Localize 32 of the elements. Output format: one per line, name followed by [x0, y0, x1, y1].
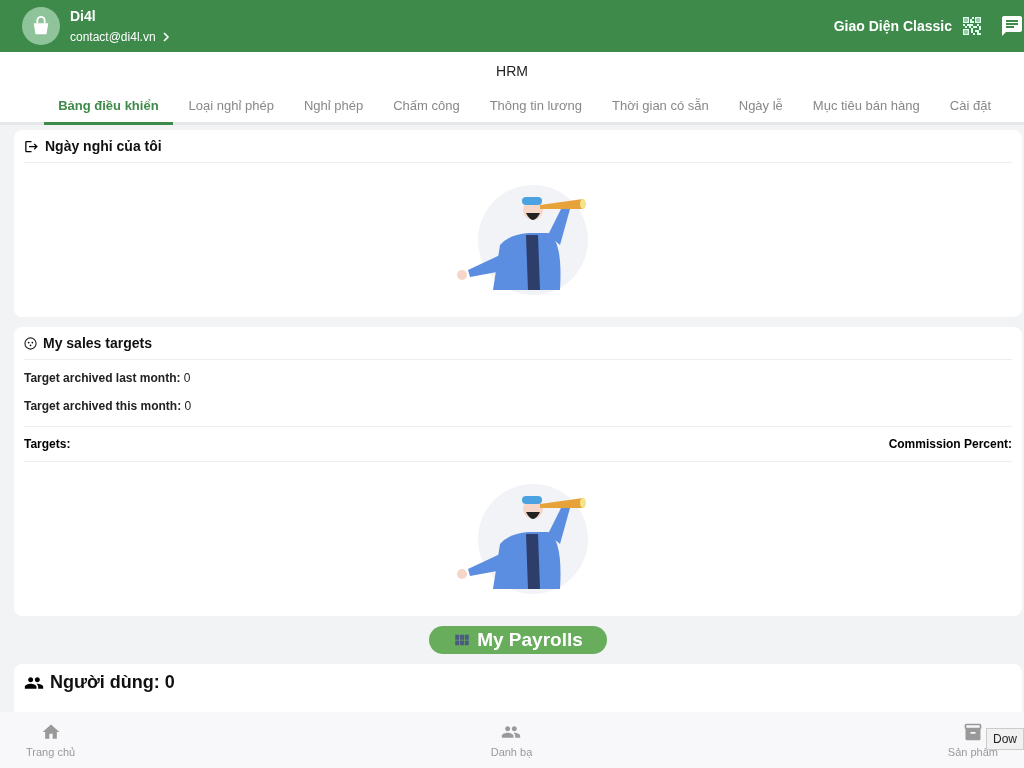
qr-code-icon[interactable]	[960, 14, 984, 38]
nav-item[interactable]: Danh bạ	[484, 712, 539, 768]
tab[interactable]: Bảng điều khiển	[44, 89, 173, 125]
tab[interactable]: Loại nghỉ phép	[174, 89, 288, 125]
theme-label[interactable]: Giao Diện Classic	[833, 18, 952, 34]
tab[interactable]: Cài đặt	[935, 89, 1005, 125]
box-icon	[962, 722, 983, 742]
page-title: HRM	[495, 62, 529, 81]
target-stat: Target archived last month: 0	[24, 370, 192, 387]
chevron-right-icon[interactable]	[161, 32, 170, 42]
dotted-circle-icon	[24, 336, 37, 350]
target-stat: Target archived this month: 0	[24, 398, 193, 415]
shopping-bag-icon	[22, 7, 60, 45]
tab[interactable]: Thông tin lương	[475, 89, 597, 125]
account-email[interactable]: contact@di4l.vn	[70, 30, 156, 44]
tooltip: Dow	[986, 728, 1024, 750]
tab[interactable]: Nghỉ phép	[289, 89, 378, 125]
nav-item[interactable]: Trang chủ	[20, 712, 82, 768]
card-title: Ngày nghỉ của tôi	[45, 138, 162, 154]
tab[interactable]: Chấm công	[379, 89, 474, 125]
home-icon	[40, 722, 61, 742]
tab[interactable]: Thời gian có sẵn	[598, 89, 723, 125]
card-title: My sales targets	[43, 335, 152, 351]
tab[interactable]: Mục tiêu bán hàng	[798, 89, 934, 125]
tab[interactable]: Ngày lễ	[724, 89, 797, 125]
payrolls-button[interactable]: My Payrolls	[429, 626, 607, 654]
column-header: Targets:	[24, 437, 71, 451]
column-header: Commission Percent:	[888, 437, 1012, 451]
chat-icon[interactable]	[1000, 14, 1024, 38]
logout-icon	[24, 138, 39, 154]
shop-name: Di4l	[70, 8, 97, 24]
card-title: Người dùng: 0	[50, 672, 175, 693]
